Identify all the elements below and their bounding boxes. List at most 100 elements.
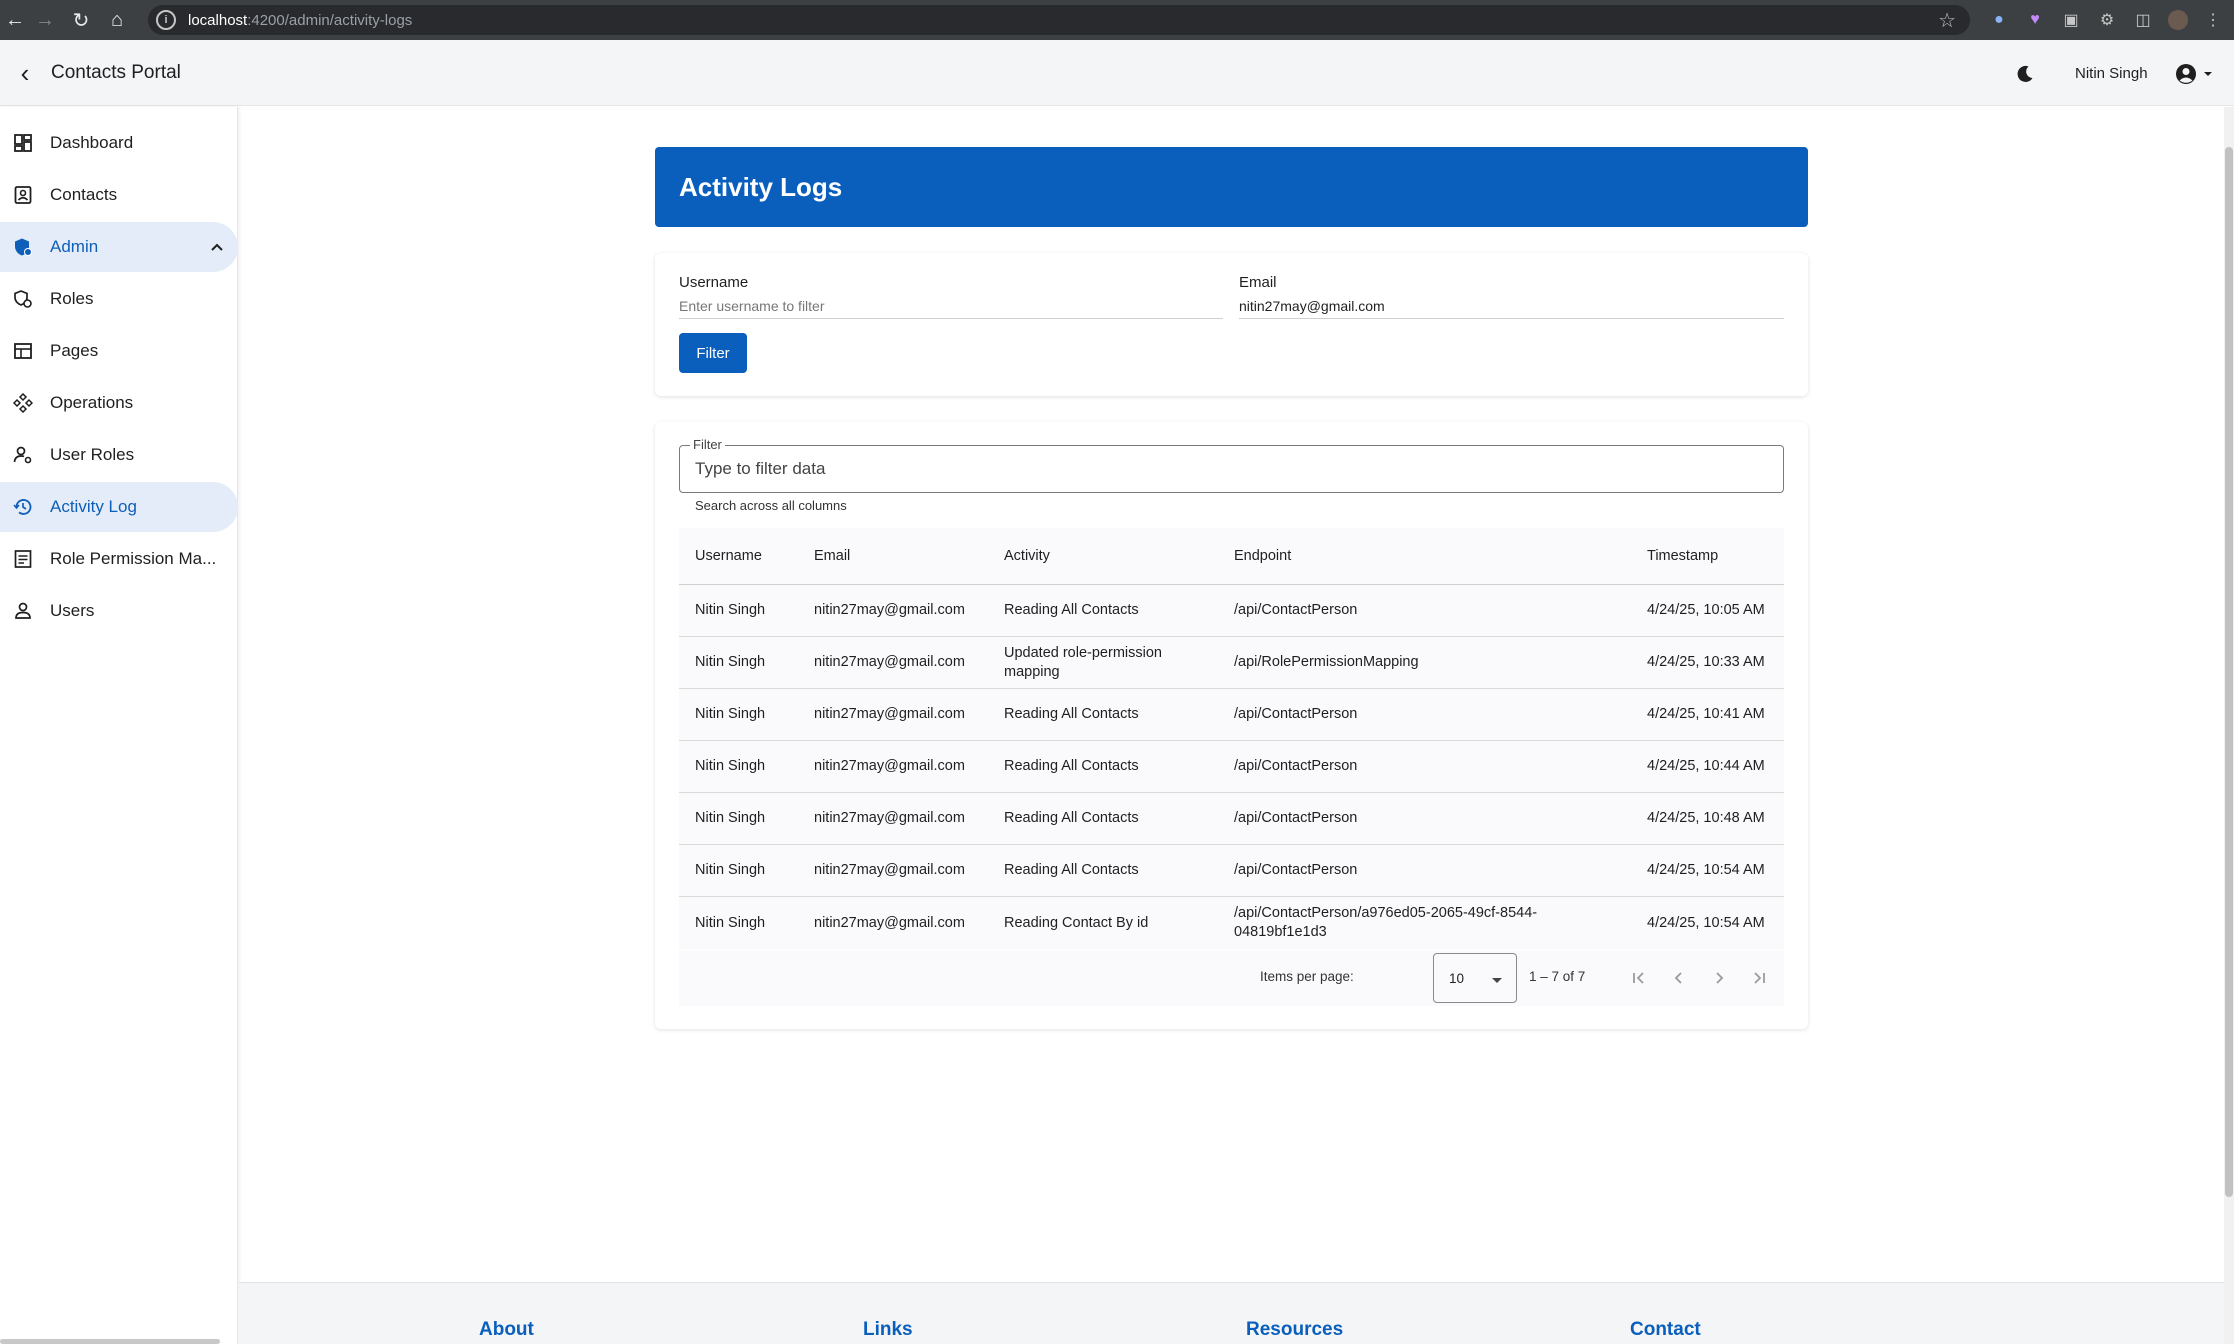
username-label: Username [679,274,749,291]
url-host: localhost [188,11,248,29]
column-header-activity[interactable]: Activity [1004,528,1214,584]
account-circle-icon [2176,64,2196,84]
filter-button[interactable]: Filter [679,333,747,373]
document-list-icon [12,548,34,570]
cell-endpoint: /api/ContactPerson [1234,810,1358,826]
cell-email: nitin27may@gmail.com [814,914,965,931]
back-chevron-icon[interactable]: ‹ [10,58,40,88]
browser-back-icon[interactable]: ← [0,5,30,35]
sidebar-horizontal-scrollbar[interactable] [0,1339,220,1344]
bookmark-star-icon[interactable]: ☆ [1938,8,1956,33]
dropdown-arrow-icon [1492,978,1502,983]
cell-endpoint: /api/ContactPerson [1234,706,1358,722]
column-header-email[interactable]: Email [814,528,999,584]
column-header-timestamp[interactable]: Timestamp [1647,528,1772,584]
column-header-endpoint[interactable]: Endpoint [1234,528,1624,584]
table-row[interactable]: Nitin Singh nitin27may@gmail.com Reading… [679,741,1784,793]
user-settings-icon [12,444,34,466]
table-row[interactable]: Nitin Singh nitin27may@gmail.com Reading… [679,689,1784,741]
sidebar-item-label: Pages [50,341,99,360]
table-row[interactable]: Nitin Singh nitin27may@gmail.com Updated… [679,637,1784,689]
browser-forward-icon[interactable]: → [30,5,60,35]
table-filter-input[interactable] [695,458,1755,480]
chevron-up-icon[interactable] [210,239,224,255]
page-size-value: 10 [1449,971,1465,986]
sidebar-item-operations[interactable]: Operations [0,378,238,428]
scrollbar-thumb[interactable] [2225,147,2233,1197]
column-header-username[interactable]: Username [695,528,805,584]
sidebar-item-contacts[interactable]: Contacts [0,170,238,220]
account-menu-button[interactable] [2174,59,2226,89]
sidebar-item-label: Role Permission Ma... [50,549,217,568]
admin-shield-icon [12,236,34,258]
contacts-icon [12,184,34,206]
cell-username: Nitin Singh [695,758,766,774]
cell-email: nitin27may@gmail.com [814,862,965,878]
sidebar-item-users[interactable]: Users [0,586,238,636]
email-input[interactable] [1239,293,1784,319]
sidebar-item-label: Activity Log [50,497,137,516]
activity-log-table: Username Email Activity Endpoint Timesta… [679,528,1784,949]
sidebar-item-role-permission-mapping[interactable]: Role Permission Ma... [0,534,238,584]
next-page-icon[interactable] [1705,964,1733,992]
extension-window-icon[interactable]: ▣ [2060,9,2082,31]
extension-heart-icon[interactable]: ♥ [2024,9,2046,31]
sidebar: Dashboard Contacts Admin Roles Pages Ope… [0,107,238,1344]
cell-username: Nitin Singh [695,654,766,670]
app-header: ‹ Contacts Portal Nitin Singh [0,40,2234,106]
cell-activity: Reading Contact By id [1004,914,1149,931]
filter-form-card: Username Email Filter [655,253,1808,396]
browser-menu-icon[interactable]: ⋮ [2202,9,2224,31]
sidebar-item-admin[interactable]: Admin [0,222,238,272]
extension-settings-icon[interactable]: ⚙ [2096,9,2118,31]
url-path: :4200/admin/activity-logs [247,11,413,29]
browser-home-icon[interactable]: ⌂ [102,5,132,35]
table-header-row: Username Email Activity Endpoint Timesta… [679,528,1784,585]
first-page-icon[interactable] [1625,964,1653,992]
previous-page-icon[interactable] [1665,964,1693,992]
cell-email: nitin27may@gmail.com [814,810,965,826]
footer-heading-contact: Contact [1630,1319,1701,1340]
table-filter-field[interactable]: Filter [679,437,1784,493]
sidebar-item-label: Operations [50,393,134,412]
cell-timestamp: 4/24/25, 10:05 AM [1647,602,1765,618]
sidebar-item-label: Users [50,601,95,620]
cell-timestamp: 4/24/25, 10:54 AM [1647,914,1765,931]
cell-activity: Reading All Contacts [1004,862,1139,878]
sidebar-item-pages[interactable]: Pages [0,326,238,376]
cell-endpoint: /api/ContactPerson [1234,758,1358,774]
cell-username: Nitin Singh [695,706,766,722]
address-bar[interactable]: i localhost:4200/admin/activity-logs ☆ [148,5,1970,35]
cell-activity: Reading All Contacts [1004,758,1139,774]
person-icon [12,600,34,622]
table-row[interactable]: Nitin Singh nitin27may@gmail.com Reading… [679,845,1784,897]
table-row[interactable]: Nitin Singh nitin27may@gmail.com Reading… [679,793,1784,845]
browser-reload-icon[interactable]: ↻ [66,5,96,35]
page-banner: Activity Logs [655,147,1808,227]
roles-icon [12,288,34,310]
app-title: Contacts Portal [51,62,181,83]
sidebar-item-user-roles[interactable]: User Roles [0,430,238,480]
page-size-select[interactable]: 10 [1433,953,1517,1003]
sidebar-item-roles[interactable]: Roles [0,274,238,324]
page-range-label: 1 – 7 of 7 [1529,969,1586,984]
table-row[interactable]: Nitin Singh nitin27may@gmail.com Reading… [679,897,1784,949]
page-scrollbar[interactable] [2224,107,2234,1344]
sidebar-item-activity-log[interactable]: Activity Log [0,482,238,532]
cell-endpoint: /api/ContactPerson/a976ed05-2065-49cf-85… [1234,905,1538,940]
extension-pin-icon[interactable]: ● [1988,9,2010,31]
user-name: Nitin Singh [2075,65,2148,82]
sidebar-item-label: Admin [50,237,99,256]
last-page-icon[interactable] [1745,964,1773,992]
cell-activity: Reading All Contacts [1004,810,1139,826]
site-info-icon[interactable]: i [156,10,176,30]
dark-mode-moon-icon[interactable] [2010,59,2040,89]
caret-down-icon [2204,72,2212,76]
table-row[interactable]: Nitin Singh nitin27may@gmail.com Reading… [679,585,1784,637]
sidebar-item-dashboard[interactable]: Dashboard [0,118,238,168]
extensions-puzzle-icon[interactable]: ◫ [2132,9,2154,31]
profile-avatar-icon[interactable] [2168,10,2188,30]
cell-email: nitin27may@gmail.com [814,654,965,670]
username-input[interactable] [679,293,1223,319]
history-icon [12,496,34,518]
